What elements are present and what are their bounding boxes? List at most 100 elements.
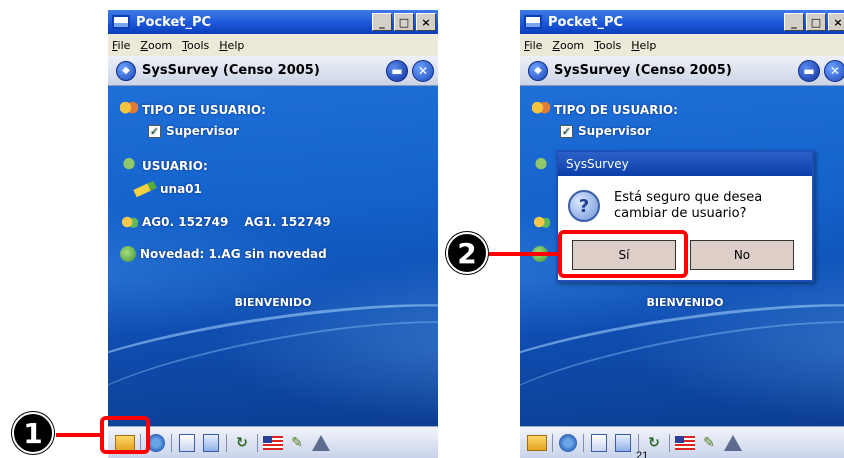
user-value-row: una01 bbox=[120, 180, 202, 198]
menu-bar: File Zoom Tools Help bbox=[520, 34, 844, 56]
triangle-icon[interactable] bbox=[722, 432, 744, 454]
ag-row: AG0. 152749 AG1. 152749 bbox=[120, 214, 331, 230]
users-icon bbox=[532, 102, 550, 118]
user-icon bbox=[120, 158, 138, 174]
maximize-button[interactable]: □ bbox=[394, 13, 414, 31]
dialog-message: Está seguro que desea cambiar de usuario… bbox=[614, 190, 762, 222]
ag1-value: AG1. 152749 bbox=[244, 215, 331, 229]
window-titlebar: Pocket_PC _ □ × bbox=[520, 10, 844, 34]
bottom-toolbar: ↻ ✎ bbox=[108, 426, 438, 458]
app-menu-icon[interactable]: ◆ bbox=[116, 60, 136, 81]
menu-zoom[interactable]: Zoom bbox=[552, 39, 584, 52]
menu-help[interactable]: Help bbox=[219, 39, 244, 52]
document-icon[interactable] bbox=[588, 432, 610, 454]
menu-tools[interactable]: Tools bbox=[182, 39, 209, 52]
app-title: SysSurvey (Censo 2005) bbox=[554, 63, 732, 78]
toolbar-separator bbox=[226, 433, 227, 452]
dialog-message-line1: Está seguro que desea bbox=[614, 190, 763, 205]
toolbar-separator bbox=[171, 433, 172, 452]
minimize-button[interactable]: _ bbox=[784, 13, 804, 31]
menu-help[interactable]: Help bbox=[631, 39, 656, 52]
user-value: una01 bbox=[160, 182, 202, 196]
dialog-title: SysSurvey bbox=[558, 152, 812, 176]
window-title: Pocket_PC bbox=[548, 14, 624, 30]
step1-badge: 1 bbox=[12, 412, 54, 454]
user-label: USUARIO: bbox=[142, 159, 208, 173]
globe-icon bbox=[120, 246, 136, 262]
toolbar-separator bbox=[583, 433, 584, 452]
emulator-window-left: Pocket_PC _ □ × File Zoom Tools Help ◆ S… bbox=[108, 10, 438, 458]
novelty-row: Novedad: 1.AG sin novedad bbox=[120, 246, 327, 262]
app-header: ◆ SysSurvey (Censo 2005) ▬ ✕ bbox=[108, 56, 438, 86]
ag0-value: AG0. 152749 bbox=[142, 215, 229, 229]
app-menu-icon[interactable]: ◆ bbox=[528, 60, 548, 81]
toolbar-separator bbox=[552, 433, 553, 452]
step2-highlight-box bbox=[558, 230, 688, 278]
user-type-value-row: ✓ Supervisor bbox=[116, 124, 239, 138]
menu-tools[interactable]: Tools bbox=[594, 39, 621, 52]
document-icon[interactable] bbox=[176, 432, 198, 454]
window-titlebar: Pocket_PC _ □ × bbox=[108, 10, 438, 34]
minimize-button[interactable]: _ bbox=[372, 13, 392, 31]
users-icon bbox=[120, 102, 138, 118]
app-close-button[interactable]: ✕ bbox=[412, 59, 434, 82]
menu-file[interactable]: File bbox=[524, 39, 542, 52]
app-header: ◆ SysSurvey (Censo 2005) ▬ ✕ bbox=[520, 56, 844, 86]
document-export-icon[interactable] bbox=[200, 432, 222, 454]
toolbar-separator bbox=[669, 433, 670, 452]
us-flag-icon[interactable] bbox=[262, 432, 284, 454]
ag-row-partial bbox=[532, 214, 554, 230]
welcome-text: BIENVENIDO bbox=[646, 296, 724, 309]
window-app-icon bbox=[524, 15, 542, 29]
ag-icon bbox=[532, 214, 550, 230]
user-row: USUARIO: bbox=[120, 158, 208, 174]
us-flag-icon[interactable] bbox=[674, 432, 696, 454]
user-icon bbox=[532, 158, 550, 174]
close-button[interactable]: × bbox=[416, 13, 436, 31]
ag-icon bbox=[120, 214, 138, 230]
step1-connector-line bbox=[56, 433, 102, 437]
app-close-button[interactable]: ✕ bbox=[824, 59, 844, 82]
user-type-label: TIPO DE USUARIO: bbox=[142, 103, 266, 117]
toolbar-separator bbox=[257, 433, 258, 452]
user-type-row: TIPO DE USUARIO: bbox=[120, 102, 266, 118]
toolbar-separator bbox=[638, 433, 639, 452]
user-type-row: TIPO DE USUARIO: bbox=[532, 102, 678, 118]
user-row-partial bbox=[532, 158, 554, 174]
app-title: SysSurvey (Censo 2005) bbox=[142, 63, 320, 78]
triangle-icon[interactable] bbox=[310, 432, 332, 454]
menu-zoom[interactable]: Zoom bbox=[140, 39, 172, 52]
menu-bar: File Zoom Tools Help bbox=[108, 34, 438, 56]
app-minimize-button[interactable]: ▬ bbox=[798, 59, 820, 82]
user-type-label: TIPO DE USUARIO: bbox=[554, 103, 678, 117]
supervisor-checkbox[interactable]: ✓ bbox=[560, 124, 573, 138]
supervisor-checkbox[interactable]: ✓ bbox=[148, 124, 161, 138]
maximize-button[interactable]: □ bbox=[806, 13, 826, 31]
pencil-icon bbox=[133, 180, 157, 198]
no-button[interactable]: No bbox=[690, 240, 794, 270]
page-number: 21 bbox=[636, 450, 649, 458]
novelty-text: Novedad: 1.AG sin novedad bbox=[140, 247, 327, 261]
question-icon: ? bbox=[568, 190, 600, 222]
user-type-value: Supervisor bbox=[578, 124, 652, 138]
dialog-message-line2: cambiar de usuario? bbox=[614, 206, 747, 221]
network-icon[interactable] bbox=[557, 432, 579, 454]
step2-connector-line bbox=[484, 252, 560, 256]
menu-file[interactable]: File bbox=[112, 39, 130, 52]
sync-icon[interactable]: ↻ bbox=[231, 432, 253, 454]
app-minimize-button[interactable]: ▬ bbox=[386, 59, 408, 82]
user-type-value: Supervisor bbox=[166, 124, 240, 138]
welcome-text: BIENVENIDO bbox=[234, 296, 312, 309]
user-type-value-row: ✓ Supervisor bbox=[528, 124, 651, 138]
open-folder-icon[interactable] bbox=[526, 432, 548, 454]
bottom-toolbar: ↻ ✎ bbox=[520, 426, 844, 458]
app-screen: TIPO DE USUARIO: ✓ Supervisor USUARIO: u… bbox=[108, 86, 438, 426]
step2-badge: 2 bbox=[446, 232, 488, 274]
brush-icon[interactable]: ✎ bbox=[286, 432, 308, 454]
window-title: Pocket_PC bbox=[136, 14, 212, 30]
brush-icon[interactable]: ✎ bbox=[698, 432, 720, 454]
step1-highlight-box bbox=[100, 416, 150, 454]
window-app-icon bbox=[112, 15, 130, 29]
close-button[interactable]: × bbox=[828, 13, 844, 31]
document-export-icon[interactable] bbox=[612, 432, 634, 454]
